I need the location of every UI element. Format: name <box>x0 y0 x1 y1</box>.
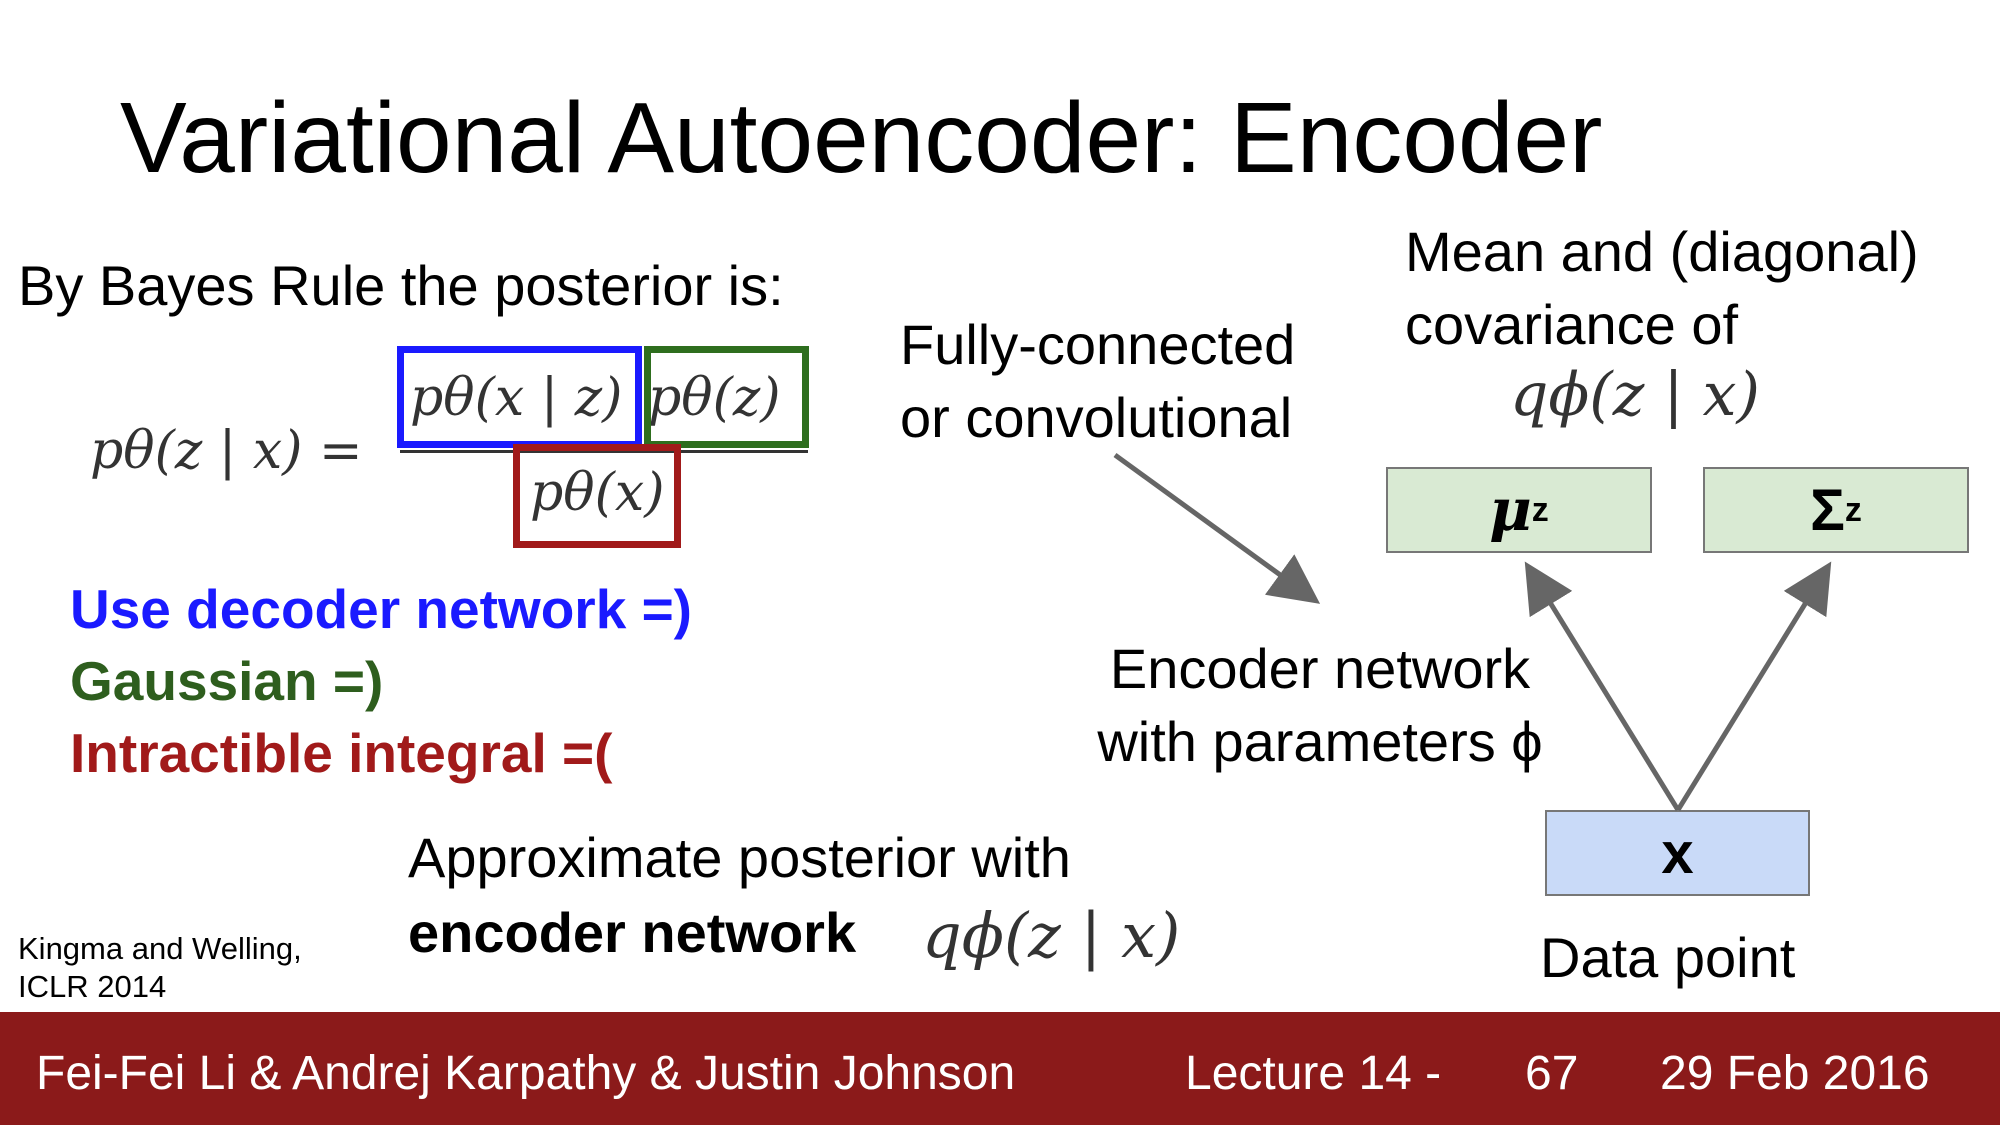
slide-footer: Fei-Fei Li & Andrej Karpathy & Justin Jo… <box>0 1012 2000 1125</box>
footer-lecture: Lecture 14 - <box>1185 1047 1442 1100</box>
encoder-line-2: with parameters ϕ <box>1097 710 1543 773</box>
footer-date: 29 Feb 2016 <box>1660 1047 1930 1100</box>
encoder-caption: Encoder network with parameters ϕ <box>1040 632 1600 778</box>
citation-line-2: ICLR 2014 <box>18 969 167 1004</box>
data-point-label: Data point <box>1540 926 1796 989</box>
fc-arrow <box>1113 452 1321 604</box>
footer-authors: Fei-Fei Li & Andrej Karpathy & Justin Jo… <box>36 1047 1016 1100</box>
citation: Kingma and Welling, ICLR 2014 <box>18 930 302 1006</box>
approx-line-2: encoder network <box>408 901 857 964</box>
footer-page-number: 67 <box>1525 1047 1579 1100</box>
encoder-line-1: Encoder network <box>1109 637 1531 700</box>
citation-line-1: Kingma and Welling, <box>18 931 302 966</box>
x-to-sigma-arrow <box>1675 561 1832 812</box>
approx-formula: qϕ(z | x) <box>922 899 1181 972</box>
approx-line-1: Approximate posterior with <box>408 826 1071 889</box>
